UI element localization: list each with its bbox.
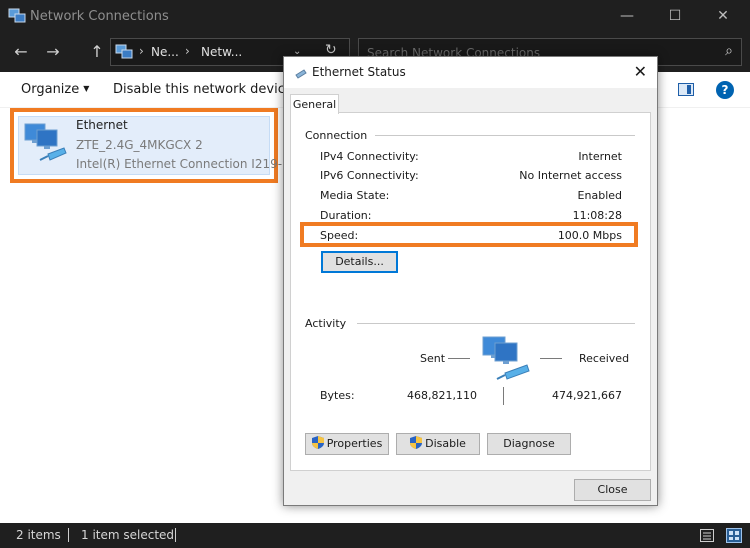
disable-device-button[interactable]: Disable this network device	[113, 82, 293, 97]
network-adapter-icon	[24, 123, 67, 161]
selection-count: 1 item selected	[81, 528, 175, 542]
received-label: Received	[579, 352, 630, 365]
forward-arrow-icon[interactable]: →	[42, 41, 64, 63]
details-button[interactable]: Details...	[321, 251, 398, 273]
network-connections-icon	[8, 8, 26, 23]
ethernet-connection-item[interactable]: Ethernet ZTE_2.4G_4MKGCX 2 Intel(R) Ethe…	[10, 108, 294, 183]
close-button[interactable]: Close	[574, 479, 651, 501]
network-folder-icon	[115, 44, 133, 59]
properties-label: Properties	[326, 437, 383, 450]
media-state-label: Media State:	[320, 189, 390, 202]
ethernet-icon	[295, 69, 307, 79]
breadcrumb-item[interactable]: Netw...	[201, 45, 242, 59]
bytes-label: Bytes:	[320, 389, 355, 402]
speed-highlight-box	[300, 222, 638, 247]
connection-network: ZTE_2.4G_4MKGCX 2	[76, 138, 203, 152]
group-divider	[375, 135, 635, 136]
disable-label: Disable	[425, 437, 466, 450]
group-divider	[357, 323, 635, 324]
connection-group-title: Connection	[305, 129, 368, 142]
dialog-title-bar: Ethernet Status ✕	[284, 57, 657, 88]
bytes-sent-value: 468,821,110	[407, 389, 477, 402]
ipv4-value: Internet	[578, 150, 622, 163]
network-activity-icon	[482, 336, 530, 380]
sent-line	[448, 358, 470, 359]
received-line	[540, 358, 562, 359]
bytes-received-value: 474,921,667	[552, 389, 622, 402]
general-panel: Connection IPv4 Connectivity: Internet I…	[290, 112, 651, 471]
item-count: 2 items	[16, 528, 61, 542]
properties-button[interactable]: Properties	[305, 433, 389, 455]
uac-shield-icon	[311, 436, 324, 449]
back-arrow-icon[interactable]: ←	[10, 41, 32, 63]
maximize-button[interactable]: ☐	[652, 0, 698, 33]
search-icon: ⌕	[725, 43, 733, 59]
ipv6-label: IPv6 Connectivity:	[320, 169, 419, 182]
minimize-button[interactable]: —	[604, 0, 650, 33]
organize-menu-button[interactable]: Organize ▼	[21, 82, 89, 97]
details-view-icon[interactable]	[700, 529, 714, 542]
status-divider	[175, 528, 176, 542]
preview-pane-icon[interactable]	[678, 83, 694, 96]
uac-shield-icon	[410, 436, 423, 449]
window-title-bar: Network Connections — ☐ ✕	[0, 0, 750, 33]
ethernet-status-dialog: Ethernet Status ✕ General Connection IPv…	[283, 56, 658, 506]
activity-group-title: Activity	[305, 317, 347, 330]
large-icons-view-icon[interactable]	[726, 528, 742, 543]
ipv4-label: IPv4 Connectivity:	[320, 150, 419, 163]
breadcrumb-item[interactable]: Ne...	[151, 45, 179, 59]
status-bar: 2 items 1 item selected	[0, 523, 750, 548]
status-divider	[68, 528, 69, 542]
dialog-title: Ethernet Status	[312, 65, 406, 79]
bytes-divider	[503, 387, 504, 405]
caret-down-icon: ▼	[83, 84, 90, 93]
help-icon[interactable]: ?	[716, 81, 734, 99]
media-state-value: Enabled	[577, 189, 622, 202]
diagnose-button[interactable]: Diagnose	[487, 433, 571, 455]
breadcrumb-chevron-icon: ›	[185, 44, 190, 58]
connection-adapter: Intel(R) Ethernet Connection I219-...	[76, 157, 294, 171]
sent-label: Sent	[420, 352, 446, 365]
connection-name: Ethernet	[76, 118, 128, 132]
ipv6-value: No Internet access	[519, 169, 622, 182]
organize-label: Organize	[21, 82, 80, 97]
breadcrumb-chevron-icon: ›	[139, 44, 144, 58]
close-window-button[interactable]: ✕	[700, 0, 746, 33]
tab-general[interactable]: General	[290, 94, 339, 114]
up-arrow-icon[interactable]: ↑	[86, 41, 108, 63]
duration-label: Duration:	[320, 209, 372, 222]
dialog-close-icon[interactable]: ✕	[634, 62, 647, 81]
duration-value: 11:08:28	[572, 209, 622, 222]
disable-button[interactable]: Disable	[396, 433, 480, 455]
window-title: Network Connections	[30, 9, 169, 24]
